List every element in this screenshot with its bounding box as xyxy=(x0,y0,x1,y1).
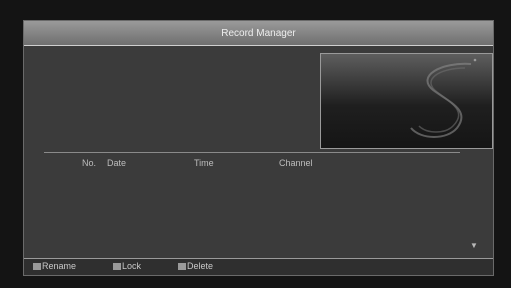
column-header-no[interactable]: No. xyxy=(82,158,96,168)
color-key-icon xyxy=(178,262,186,270)
title-bar: Record Manager xyxy=(24,21,493,46)
column-header-time[interactable]: Time xyxy=(194,158,214,168)
lock-label: Lock xyxy=(122,261,142,271)
s-logo-watermark-icon xyxy=(410,58,477,138)
column-header-date[interactable]: Date xyxy=(107,158,126,168)
scroll-down-arrow-icon[interactable]: ▼ xyxy=(470,241,478,250)
color-key-icon xyxy=(33,262,41,270)
video-preview xyxy=(320,53,493,149)
delete-button[interactable]: Delete xyxy=(178,261,213,271)
list-divider xyxy=(44,152,460,153)
rename-button[interactable]: Rename xyxy=(33,261,76,271)
window-title: Record Manager xyxy=(221,27,296,39)
delete-label: Delete xyxy=(187,261,214,271)
lock-button[interactable]: Lock xyxy=(113,261,141,271)
column-header-channel[interactable]: Channel xyxy=(279,158,313,168)
record-manager-window: Record Manager No. Date Time Channel ▼ R… xyxy=(23,20,494,276)
color-key-icon xyxy=(113,262,121,270)
rename-label: Rename xyxy=(42,261,77,271)
footer-bar: Rename Lock Delete xyxy=(24,258,493,275)
